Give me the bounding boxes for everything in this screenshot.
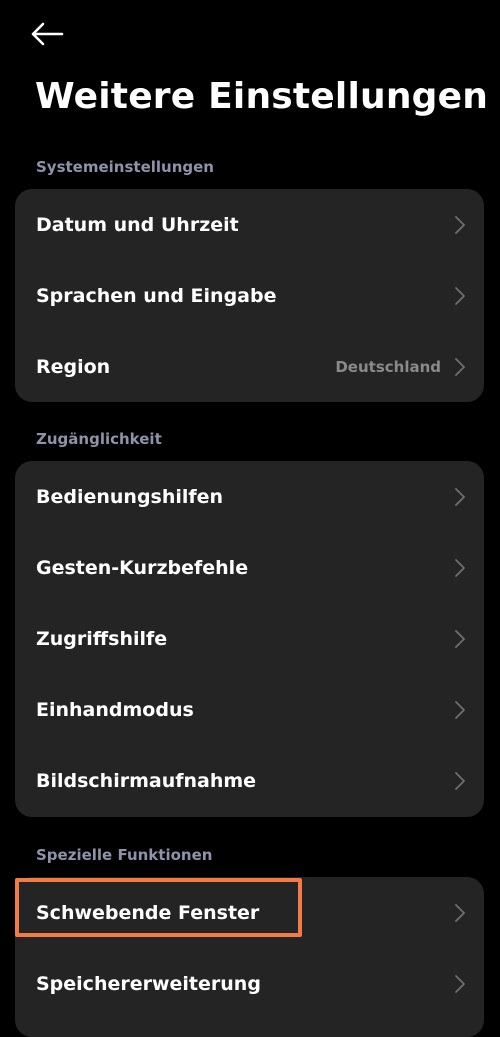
- row-zugriffshilfe[interactable]: Zugriffshilfe: [15, 603, 484, 674]
- card-systemeinstellungen: Datum und Uhrzeit Sprachen und Eingabe R…: [15, 189, 484, 402]
- chevron-right-icon: [455, 558, 465, 577]
- row-label: Gesten-Kurzbefehle: [36, 556, 249, 579]
- chevron-right-icon: [455, 903, 465, 922]
- row-label: Einhandmodus: [36, 698, 194, 721]
- card-spezielle-funktionen: Schwebende Fenster Speichererweiterung: [15, 877, 484, 1037]
- row-bedienungshilfen[interactable]: Bedienungshilfen: [15, 461, 484, 532]
- chevron-right-icon: [455, 487, 465, 506]
- row-label: Schwebende Fenster: [36, 901, 260, 924]
- row-label: Region: [36, 355, 111, 378]
- chevron-right-icon: [455, 629, 465, 648]
- row-schwebende-fenster[interactable]: Schwebende Fenster: [15, 877, 484, 948]
- back-button[interactable]: [30, 16, 70, 52]
- row-label: Bedienungshilfen: [36, 485, 224, 508]
- row-label: Speichererweiterung: [36, 972, 261, 995]
- row-label: Bildschirmaufnahme: [36, 769, 257, 792]
- row-sprachen-und-eingabe[interactable]: Sprachen und Eingabe: [15, 260, 484, 331]
- section-header-zugaenglichkeit: Zugänglichkeit: [36, 430, 162, 448]
- chevron-right-icon: [455, 286, 465, 305]
- chevron-right-icon: [455, 215, 465, 234]
- row-einhandmodus[interactable]: Einhandmodus: [15, 674, 484, 745]
- row-speichererweiterung[interactable]: Speichererweiterung: [15, 948, 484, 1019]
- card-zugaenglichkeit: Bedienungshilfen Gesten-Kurzbefehle Zugr…: [15, 461, 484, 817]
- chevron-right-icon: [455, 700, 465, 719]
- row-region[interactable]: Region Deutschland: [15, 331, 484, 402]
- chevron-right-icon: [455, 974, 465, 993]
- chevron-right-icon: [455, 771, 465, 790]
- row-label: Datum und Uhrzeit: [36, 213, 239, 236]
- row-datum-und-uhrzeit[interactable]: Datum und Uhrzeit: [15, 189, 484, 260]
- row-gesten-kurzbefehle[interactable]: Gesten-Kurzbefehle: [15, 532, 484, 603]
- section-header-systemeinstellungen: Systemeinstellungen: [36, 158, 214, 176]
- page-title: Weitere Einstellungen: [35, 76, 489, 117]
- arrow-left-icon: [31, 22, 64, 46]
- row-label: Zugriffshilfe: [36, 627, 168, 650]
- section-header-spezielle-funktionen: Spezielle Funktionen: [36, 846, 213, 864]
- chevron-right-icon: [455, 357, 465, 376]
- row-bildschirmaufnahme[interactable]: Bildschirmaufnahme: [15, 745, 484, 816]
- region-value: Deutschland: [335, 357, 441, 376]
- row-label: Sprachen und Eingabe: [36, 284, 277, 307]
